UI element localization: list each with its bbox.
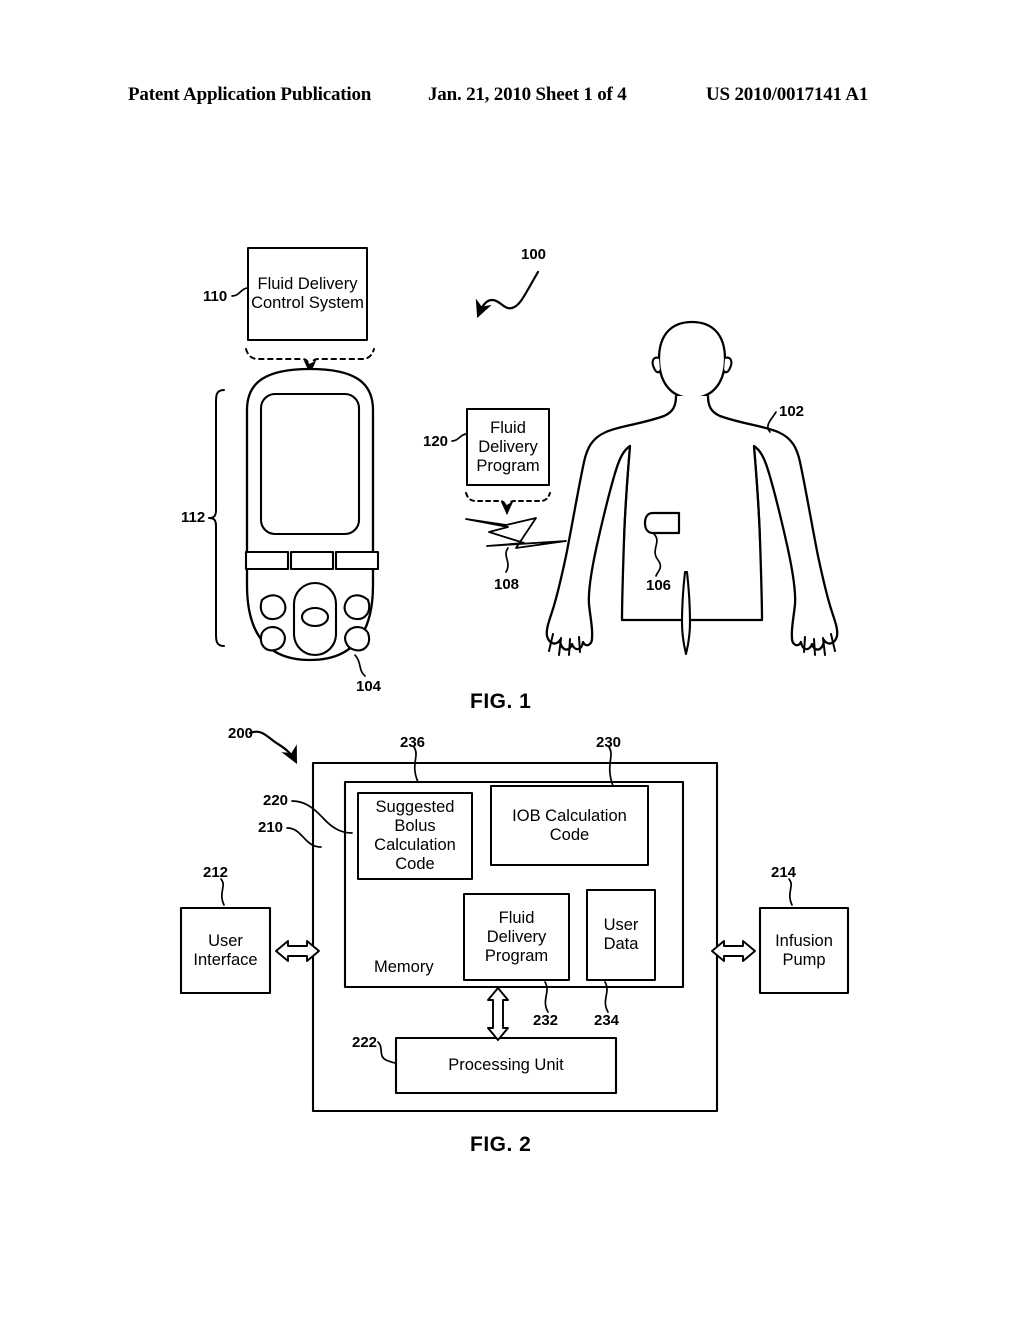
ref-number-200: 200 [228, 725, 254, 742]
ref-number-104: 104 [356, 678, 382, 695]
patient-ear-right [722, 356, 733, 374]
ref-number-106: 106 [646, 577, 672, 594]
patient-torso-outline [545, 394, 839, 651]
ref-arrow-100 [475, 270, 540, 319]
ref-leader-104 [354, 654, 366, 677]
fluid-delivery-control-system-label: Fluid Delivery Control System [251, 275, 364, 312]
ref-number-214: 214 [771, 864, 797, 881]
dashed-brace-120-signal [465, 492, 551, 509]
iob-calculation-code-label: IOB Calculation Code [512, 806, 627, 844]
suggested-bolus-calculation-code-label: Suggested Bolus Calculation Code [374, 798, 456, 873]
ref-leader-120 [451, 433, 468, 442]
ref-number-234: 234 [594, 1012, 620, 1029]
ref-leader-110 [231, 287, 249, 297]
ref-number-102: 102 [779, 403, 805, 420]
device-soft-button-1 [244, 550, 290, 571]
ref-number-220: 220 [263, 792, 289, 809]
ref-number-120: 120 [423, 433, 449, 450]
ref-arrow-200 [248, 730, 298, 764]
ref-leader-214 [788, 878, 793, 906]
ref-number-210: 210 [258, 819, 284, 836]
infusion-patch-pump [643, 511, 681, 535]
ref-number-222: 222 [352, 1034, 378, 1051]
device-side-button-bottom-left [259, 626, 286, 652]
user-data-label: User Data [603, 916, 639, 953]
device-side-button-top-left [259, 594, 287, 621]
ref-number-236: 236 [400, 734, 426, 751]
device-soft-button-2 [289, 550, 335, 571]
device-side-button-bottom-right [344, 626, 371, 652]
infusion-pump-label: Infusion Pump [775, 931, 833, 969]
ref-number-212: 212 [203, 864, 229, 881]
fluid-delivery-program-label-fig1: Fluid Delivery Program [476, 418, 540, 475]
device-side-button-top-right [343, 594, 371, 621]
patient-head [657, 320, 727, 400]
device-display-screen [259, 392, 361, 536]
ref-number-100: 100 [521, 246, 547, 263]
user-interface-label: User Interface [193, 931, 258, 969]
figure-artwork [179, 247, 850, 1113]
figure-1-caption: FIG. 1 [470, 690, 532, 713]
ref-number-108: 108 [494, 576, 520, 593]
ref-number-110: 110 [203, 288, 228, 305]
bracket-112 [208, 389, 225, 647]
device-soft-button-3 [334, 550, 380, 571]
figure-2-caption: FIG. 2 [470, 1133, 532, 1156]
patent-drawing-sheet: Patent Application Publication Jan. 21, … [0, 0, 1024, 1320]
memory-label: Memory [374, 957, 434, 976]
ref-number-232: 232 [533, 1012, 559, 1029]
ref-number-230: 230 [596, 734, 622, 751]
processing-unit-label: Processing Unit [448, 1056, 564, 1074]
patient-ear-left [651, 356, 662, 374]
device-select-button [300, 606, 330, 628]
patient-leg-gap [680, 570, 692, 656]
ref-leader-108 [505, 547, 509, 573]
ref-leader-212 [220, 878, 225, 906]
dashed-brace-110-device [245, 348, 375, 368]
lightning-bolt-icon [465, 517, 567, 549]
arrow-controller-to-pump [711, 940, 756, 962]
ref-number-112: 112 [181, 509, 206, 526]
